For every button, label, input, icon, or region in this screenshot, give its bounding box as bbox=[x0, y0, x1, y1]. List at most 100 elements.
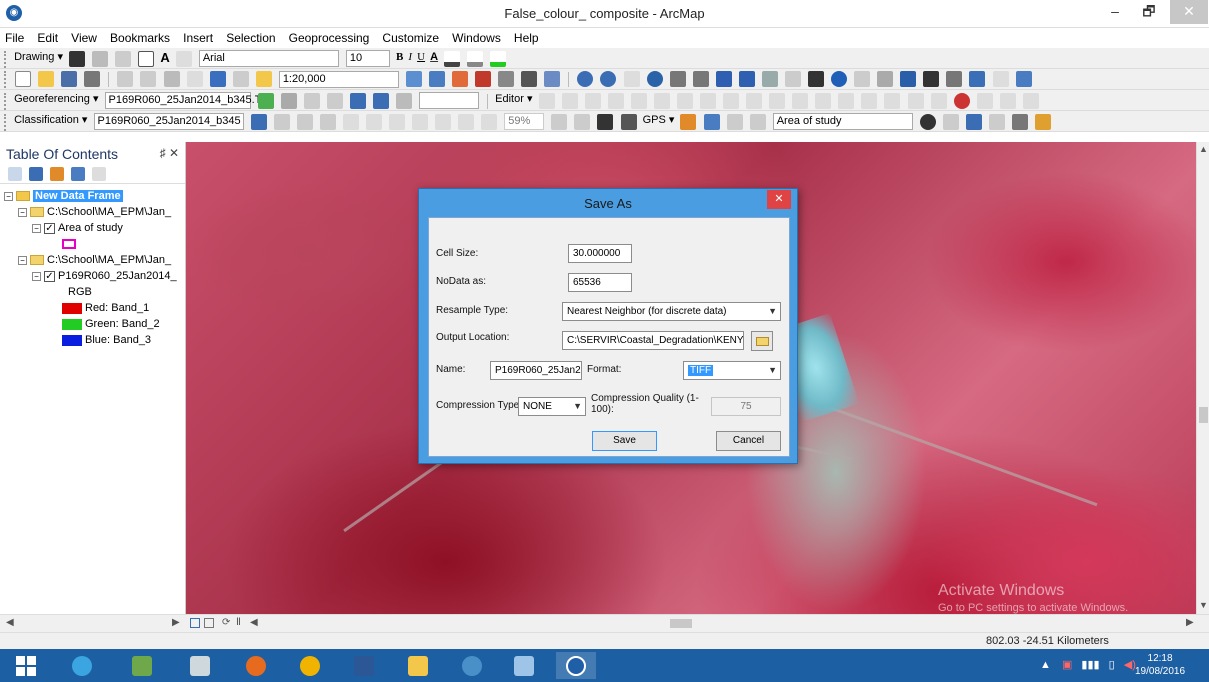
html-popup-icon[interactable] bbox=[877, 71, 894, 87]
delete-icon[interactable] bbox=[186, 71, 203, 87]
contrast-circle-icon[interactable] bbox=[919, 113, 936, 130]
dialog-close-button[interactable]: ✕ bbox=[767, 190, 791, 209]
model-builder-icon[interactable] bbox=[544, 71, 561, 87]
maximize-button[interactable]: 🗗 bbox=[1132, 0, 1166, 24]
group-1-label[interactable]: C:\School\MA_EPM\Jan_ bbox=[47, 206, 171, 218]
classification-menu-button[interactable]: Classification ▾ bbox=[14, 112, 87, 131]
layer-raster-label[interactable]: P169R060_25Jan2014_ bbox=[58, 270, 177, 282]
back-extent-icon[interactable] bbox=[715, 71, 732, 87]
tree-layer-raster[interactable]: − ✓ P169R060_25Jan2014_ bbox=[0, 268, 185, 284]
layer-visibility-checkbox[interactable]: ✓ bbox=[44, 222, 55, 234]
create-viewer-window-icon[interactable] bbox=[1015, 71, 1032, 87]
adjust-transparency-icon[interactable] bbox=[703, 113, 720, 130]
menu-file[interactable]: File bbox=[0, 28, 29, 48]
table-of-contents-icon[interactable] bbox=[428, 71, 445, 87]
scroll-up-icon[interactable]: ▲ bbox=[1197, 144, 1209, 154]
extend-icon[interactable] bbox=[884, 92, 901, 109]
list-by-drawing-order-icon[interactable] bbox=[8, 167, 22, 181]
rotate-icon[interactable] bbox=[92, 50, 109, 67]
font-select[interactable]: Arial bbox=[198, 50, 339, 67]
list-by-selection-icon[interactable] bbox=[71, 167, 86, 181]
nodata-input[interactable]: 65536 bbox=[568, 273, 632, 292]
tree-group-1[interactable]: − C:\School\MA_EPM\Jan_ bbox=[0, 204, 185, 220]
flicker-layer-icon[interactable] bbox=[749, 113, 766, 130]
rotate-feature-icon[interactable] bbox=[769, 92, 786, 109]
classification-layer-select[interactable]: P169R060_25Jan2014_b345 bbox=[93, 113, 244, 130]
gps-log-icon[interactable] bbox=[620, 113, 637, 130]
flicker-icon[interactable] bbox=[388, 113, 405, 130]
tree-layer-area-of-study[interactable]: − ✓ Area of study bbox=[0, 220, 185, 236]
firefox-taskbar-button[interactable] bbox=[236, 652, 276, 679]
tree-data-frame[interactable]: − New Data Frame bbox=[0, 188, 185, 204]
start-button[interactable] bbox=[16, 656, 36, 676]
menu-bookmarks[interactable]: Bookmarks bbox=[105, 28, 175, 48]
effects-layer-select[interactable]: Area of study bbox=[772, 113, 913, 130]
fixed-zoom-in-icon[interactable] bbox=[669, 71, 686, 87]
paste-icon[interactable] bbox=[163, 71, 180, 87]
drawing-menu-button[interactable]: Drawing ▾ bbox=[14, 49, 63, 68]
green-band-swatch[interactable] bbox=[62, 318, 82, 330]
blue-band-swatch[interactable] bbox=[62, 334, 82, 346]
editor-toolbar-icon[interactable] bbox=[405, 71, 422, 87]
resample-type-select[interactable]: Nearest Neighbor (for discrete data) ▼ bbox=[562, 302, 781, 321]
straight-segment-icon[interactable] bbox=[584, 92, 601, 109]
statistics-icon[interactable] bbox=[458, 113, 475, 130]
battery-icon[interactable]: ▯ bbox=[1109, 659, 1115, 671]
list-by-source-icon[interactable] bbox=[29, 167, 44, 181]
pause-icon[interactable]: Ⅱ bbox=[236, 617, 241, 628]
scroll-thumb[interactable] bbox=[1199, 407, 1208, 423]
end-point-arc-icon[interactable] bbox=[607, 92, 624, 109]
rotate-raster-icon[interactable] bbox=[395, 92, 412, 109]
rotation-angle-input[interactable] bbox=[419, 92, 480, 109]
histogram-icon[interactable] bbox=[412, 113, 429, 130]
copy-icon[interactable] bbox=[140, 71, 157, 87]
collapse-icon[interactable]: − bbox=[32, 271, 41, 281]
options-icon[interactable] bbox=[92, 167, 107, 181]
hyperlink-icon[interactable] bbox=[854, 71, 871, 87]
catalog-icon[interactable] bbox=[452, 71, 468, 87]
layer-area-of-study-label[interactable]: Area of study bbox=[58, 222, 123, 234]
toolbar-grip[interactable] bbox=[4, 113, 8, 131]
menu-view[interactable]: View bbox=[66, 28, 102, 48]
swipe-layer-icon[interactable] bbox=[726, 113, 743, 130]
select-elements-icon[interactable] bbox=[808, 71, 824, 87]
draw-circle-icon[interactable] bbox=[319, 113, 336, 130]
italic-button[interactable]: I bbox=[408, 49, 412, 68]
arcmap-taskbar-button[interactable] bbox=[556, 652, 596, 679]
georeferencing-menu-button[interactable]: Georeferencing ▾ bbox=[14, 91, 98, 110]
viewer-icon[interactable] bbox=[372, 92, 389, 109]
transparency-percent[interactable]: 59% bbox=[504, 113, 545, 130]
cut-icon[interactable] bbox=[117, 71, 134, 87]
rectangle-icon[interactable] bbox=[138, 50, 155, 67]
map-scroll-left-icon[interactable]: ◀ bbox=[250, 617, 258, 628]
refresh-icon[interactable]: ⟳ bbox=[222, 617, 230, 628]
zoom-in-icon[interactable] bbox=[577, 71, 594, 87]
toolbox-icon[interactable] bbox=[498, 71, 515, 87]
zoom-out-icon[interactable] bbox=[600, 71, 617, 87]
fix-topology-icon[interactable] bbox=[999, 92, 1016, 109]
select-link-icon[interactable] bbox=[280, 92, 297, 109]
map-scroll-thumb[interactable] bbox=[670, 619, 692, 628]
marker-color-icon[interactable] bbox=[490, 50, 507, 67]
layer-properties-icon[interactable] bbox=[965, 113, 982, 130]
undo-icon[interactable] bbox=[209, 71, 226, 87]
select-features-icon[interactable] bbox=[761, 71, 778, 87]
menu-edit[interactable]: Edit bbox=[32, 28, 63, 48]
create-features-icon[interactable] bbox=[838, 92, 855, 109]
cell-size-input[interactable]: 30.000000 bbox=[568, 244, 632, 263]
collapse-icon[interactable]: − bbox=[4, 191, 13, 201]
scroll-down-icon[interactable]: ▼ bbox=[1197, 600, 1209, 610]
tree-group-2[interactable]: − C:\School\MA_EPM\Jan_ bbox=[0, 252, 185, 268]
save-icon[interactable] bbox=[61, 71, 78, 87]
callout-icon[interactable] bbox=[175, 50, 192, 67]
aoi-symbol-swatch[interactable] bbox=[62, 239, 76, 250]
save-button[interactable]: Save bbox=[592, 431, 657, 451]
python-icon[interactable] bbox=[521, 71, 538, 87]
layer-visibility-checkbox[interactable]: ✓ bbox=[44, 270, 55, 282]
gps-device-icon[interactable] bbox=[597, 113, 614, 130]
compression-quality-input[interactable]: 75 bbox=[711, 397, 781, 416]
layer-scale-icon[interactable] bbox=[1035, 113, 1052, 130]
reshape-icon[interactable] bbox=[699, 92, 716, 109]
menu-selection[interactable]: Selection bbox=[221, 28, 280, 48]
internet-explorer-taskbar-button[interactable] bbox=[62, 652, 102, 679]
